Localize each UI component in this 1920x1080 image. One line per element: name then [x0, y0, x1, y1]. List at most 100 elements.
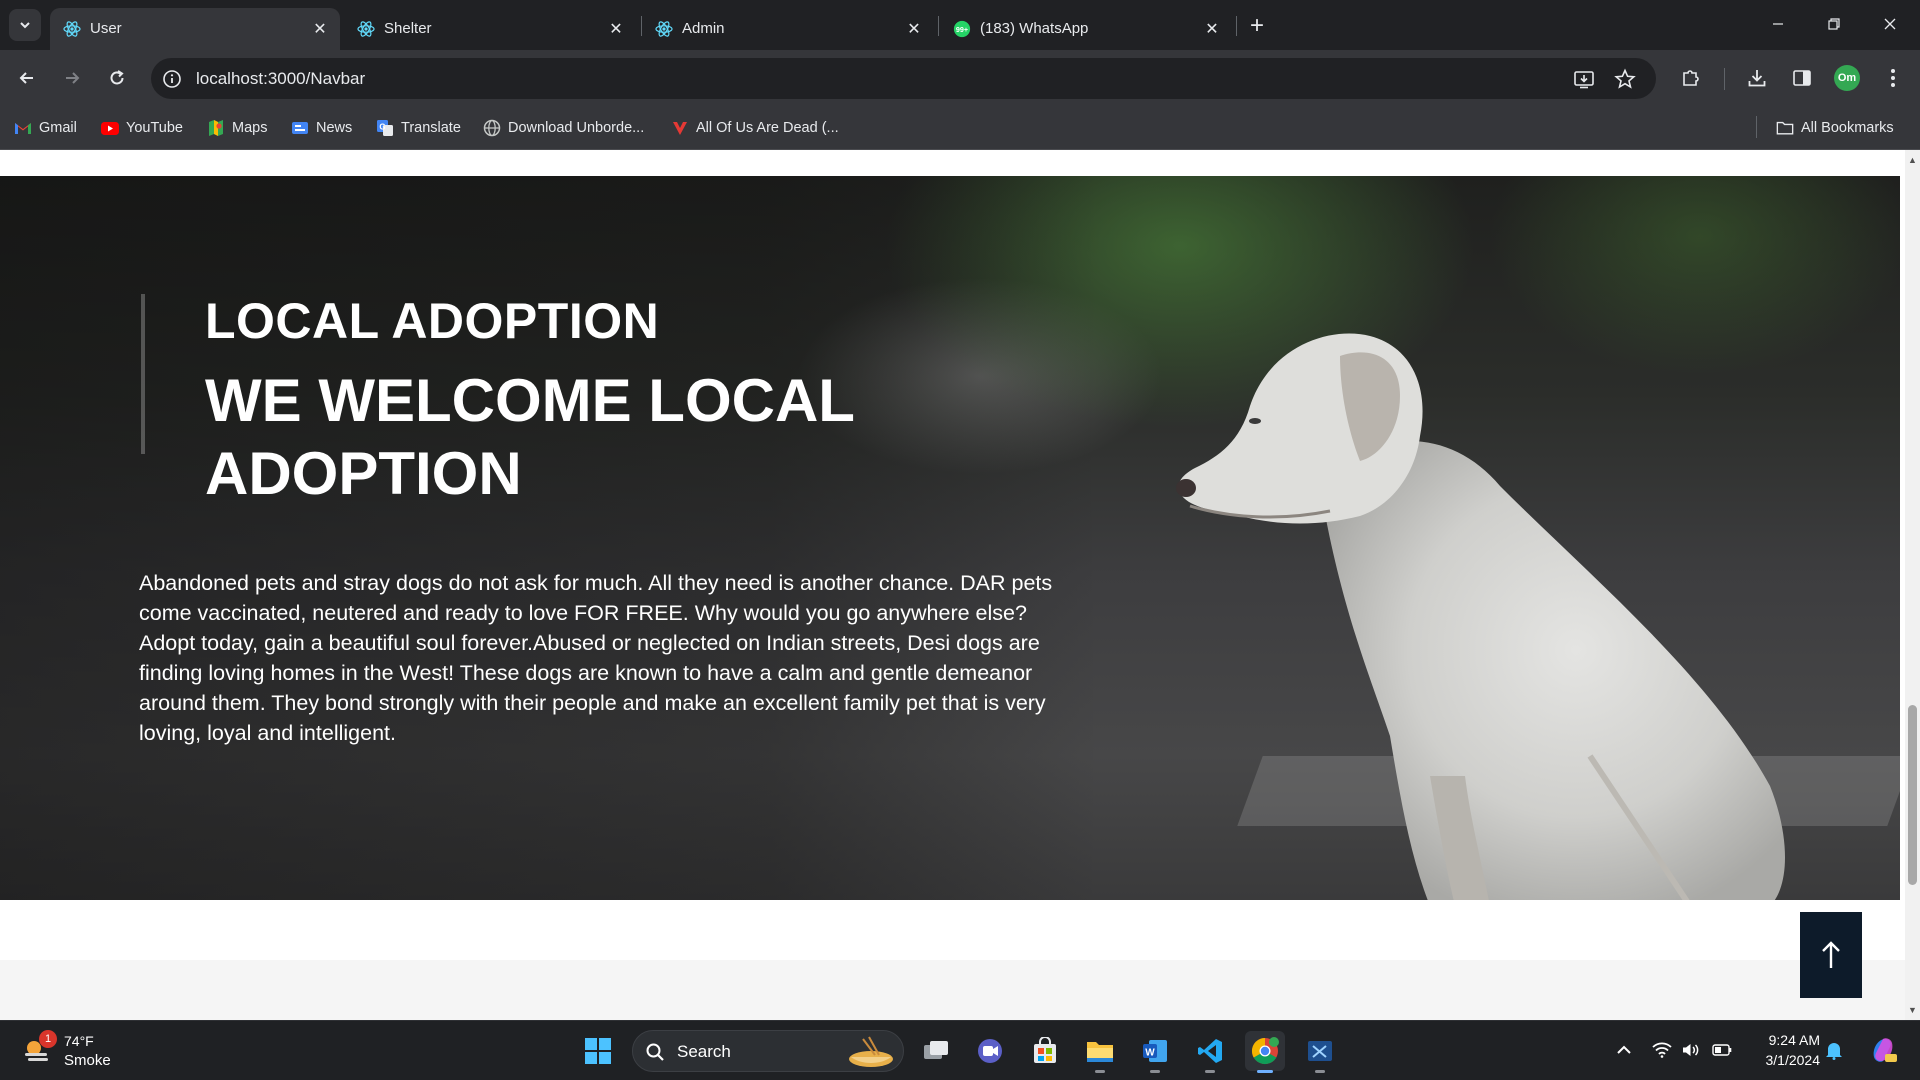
bookmark-all-of-us-are-dead[interactable]: All Of Us Are Dead (... [671, 116, 839, 140]
taskbar-snipping-tool[interactable] [1300, 1031, 1340, 1073]
tab-title: Admin [682, 20, 725, 37]
taskbar-search-box[interactable]: Search [632, 1030, 904, 1072]
install-app-button[interactable] [1571, 66, 1597, 92]
taskbar-teams[interactable] [970, 1031, 1010, 1071]
word-icon: W [1143, 1040, 1167, 1062]
taskbar-chrome[interactable] [1245, 1031, 1285, 1073]
extensions-button[interactable] [1675, 62, 1707, 94]
taskbar-store[interactable] [1025, 1031, 1065, 1071]
page-viewport: LOCAL ADOPTION WE WELCOME LOCAL ADOPTION… [0, 150, 1905, 1020]
bookmark-gmail[interactable]: Gmail [14, 116, 77, 140]
star-icon [1614, 68, 1636, 89]
hero-accent-bar [141, 294, 145, 454]
side-panel-icon [1793, 70, 1811, 86]
puzzle-icon [1683, 70, 1699, 86]
restore-button[interactable] [1806, 0, 1862, 48]
bookmark-download-unbordered[interactable]: Download Unborde... [483, 116, 644, 140]
all-bookmarks-button[interactable]: All Bookmarks [1776, 116, 1894, 140]
bookmark-news[interactable]: News [291, 116, 352, 140]
show-hidden-icons-button[interactable] [1613, 1039, 1635, 1061]
chevron-up-icon [1617, 1045, 1631, 1054]
adoption-hero-section: LOCAL ADOPTION WE WELCOME LOCAL ADOPTION… [0, 176, 1900, 900]
arrow-left-icon [19, 72, 33, 84]
battery-status[interactable] [1711, 1039, 1733, 1061]
bookmark-label: Maps [232, 120, 268, 136]
chevron-down-icon [20, 22, 30, 29]
globe-icon [483, 119, 501, 137]
bookmark-label: Download Unborde... [508, 120, 645, 136]
tab-separator [1236, 16, 1237, 36]
copilot-button[interactable] [1868, 1035, 1898, 1065]
browser-toolbar: localhost:3000/Navbar Om [0, 50, 1920, 107]
forward-button[interactable] [56, 62, 88, 94]
url-text[interactable]: localhost:3000/Navbar [196, 69, 365, 89]
tab-title: (183) WhatsApp [980, 20, 1089, 37]
arrow-up-icon [1822, 941, 1840, 968]
tab-whatsapp[interactable]: 99+ (183) WhatsApp ✕ [940, 8, 1232, 50]
tab-search-button[interactable] [9, 9, 41, 41]
new-tab-button[interactable]: + [1243, 12, 1271, 40]
close-icon[interactable]: ✕ [904, 19, 924, 39]
tab-user[interactable]: User ✕ [50, 8, 340, 50]
notifications-button[interactable] [1823, 1039, 1845, 1061]
page-scrollbar[interactable]: ▲ ▼ [1905, 150, 1920, 1020]
taskbar-word[interactable]: W [1135, 1031, 1175, 1073]
weather-temperature: 74°F [64, 1033, 94, 1049]
bookmark-maps[interactable]: Maps [207, 116, 267, 140]
reload-button[interactable] [101, 62, 133, 94]
volume-status[interactable] [1680, 1039, 1702, 1061]
bookmark-star-button[interactable] [1612, 66, 1638, 92]
running-indicator [1150, 1070, 1160, 1073]
close-icon[interactable]: ✕ [1202, 19, 1222, 39]
wifi-status[interactable] [1651, 1039, 1673, 1061]
bookmark-translate[interactable]: G Translate [376, 116, 461, 140]
search-highlight-noodles-icon [849, 1036, 893, 1067]
react-icon [63, 20, 81, 38]
taskbar-file-explorer[interactable] [1080, 1031, 1120, 1073]
browser-menu-button[interactable] [1877, 62, 1909, 94]
bookmark-label: YouTube [126, 120, 183, 136]
close-window-button[interactable] [1862, 0, 1918, 48]
bookmark-youtube[interactable]: YouTube [101, 116, 183, 140]
svg-text:G: G [379, 123, 385, 132]
running-indicator [1315, 1070, 1325, 1073]
close-icon[interactable]: ✕ [606, 19, 626, 39]
profile-avatar[interactable]: Om [1834, 65, 1860, 91]
tab-bar: User ✕ Shelter ✕ Admin ✕ 99+ (183) Whats… [0, 0, 1920, 50]
tab-shelter[interactable]: Shelter ✕ [344, 8, 636, 50]
taskbar-task-view[interactable] [916, 1031, 956, 1071]
back-to-top-button[interactable] [1800, 912, 1862, 998]
scroll-up-arrow-icon[interactable]: ▲ [1905, 152, 1920, 168]
restore-icon [1828, 18, 1840, 30]
tab-admin[interactable]: Admin ✕ [642, 8, 934, 50]
close-icon[interactable]: ✕ [310, 19, 330, 39]
minimize-button[interactable] [1750, 0, 1806, 48]
search-label: Search [677, 1042, 731, 1061]
react-icon [357, 20, 375, 38]
reload-icon [110, 70, 124, 85]
site-info-icon[interactable] [161, 68, 182, 89]
hero-text-overlay [0, 176, 1100, 900]
weather-widget[interactable]: 1 74°F Smoke [22, 1029, 142, 1073]
scrollbar-thumb[interactable] [1908, 705, 1917, 885]
side-panel-button[interactable] [1786, 62, 1818, 94]
vscode-icon [1198, 1039, 1222, 1063]
svg-text:W: W [1145, 1048, 1155, 1059]
system-clock[interactable]: 9:24 AM 3/1/2024 [1740, 1030, 1821, 1070]
address-bar[interactable]: localhost:3000/Navbar [151, 58, 1656, 99]
toolbar-separator [1724, 68, 1725, 90]
windows-taskbar: 1 74°F Smoke Search W 9:24 AM 3/1/2024 [0, 1020, 1920, 1080]
snipping-tool-icon [1308, 1041, 1332, 1061]
wifi-icon [1652, 1042, 1672, 1058]
maps-icon [207, 119, 225, 137]
taskbar-vscode[interactable] [1190, 1031, 1230, 1073]
scroll-down-arrow-icon[interactable]: ▼ [1905, 1002, 1920, 1018]
bookmarks-bar: Gmail YouTube Maps News G Translate Down… [0, 107, 1920, 150]
bookmark-label: Gmail [39, 120, 77, 136]
gmail-icon [14, 119, 32, 137]
bell-icon [1826, 1043, 1842, 1060]
downloads-button[interactable] [1741, 62, 1773, 94]
start-button[interactable] [578, 1031, 618, 1071]
back-button[interactable] [11, 62, 43, 94]
running-indicator [1095, 1070, 1105, 1073]
